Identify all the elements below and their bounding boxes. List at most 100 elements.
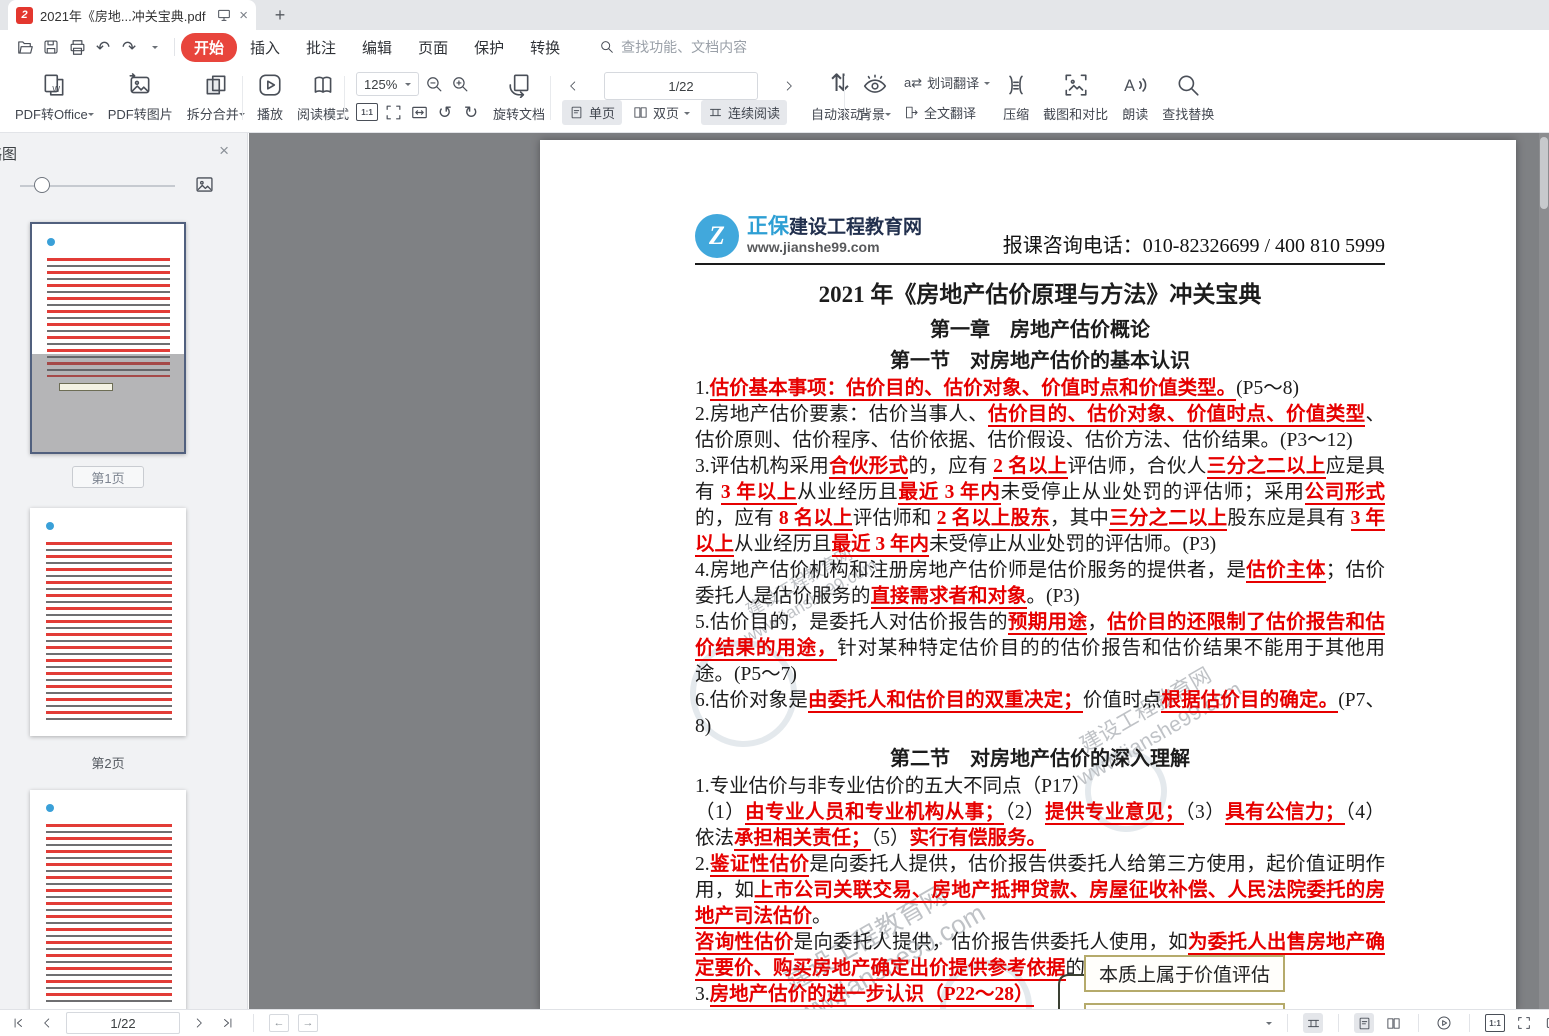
view-back-button[interactable]: ← [269,1014,289,1032]
panel-close-icon[interactable]: × [219,141,229,161]
vertical-scrollbar[interactable] [1539,133,1549,1010]
word-translate-button[interactable]: a⇄ 划词翻译 [904,73,990,92]
slider-handle[interactable] [34,177,50,193]
customize-toolbar-chevron-icon[interactable] [142,34,168,60]
rotate-left-icon[interactable]: ↺ [434,101,456,123]
new-tab-button[interactable]: + [268,3,292,27]
next-page-icon[interactable] [778,75,800,97]
doc-paragraph: 2.房地产估价要素：估价当事人、估价目的、估价对象、价值时点、价值类型、估价原则… [695,402,1385,454]
doc-text: （2） [1004,802,1045,823]
doc-text: 股东应是具有 [1227,508,1350,529]
pdf-to-office-button[interactable]: W PDF转Office [8,64,101,132]
zoom-out-icon[interactable] [423,73,445,95]
statusbar-page-input[interactable] [66,1012,180,1034]
brand-name: 建设工程教育网 [789,217,922,238]
brand-name-cn: 正保 [747,215,789,238]
doc-paragraph: （1）由专业人员和专业机构从事；（2）提供专业意见；（3）具有公信力；（4）依法… [695,800,1385,852]
scrollbar-thumb[interactable] [1540,137,1548,209]
menu-convert[interactable]: 转换 [517,33,573,62]
thumbnail-page-2[interactable] [30,508,186,736]
compress-icon [1003,72,1029,98]
double-page-toggle[interactable] [1383,1013,1403,1033]
zoom-in-icon[interactable] [449,73,471,95]
page-number-input[interactable] [604,72,758,100]
thumbnail-page-3[interactable] [30,790,186,1010]
thumb-logo-dot [46,522,54,530]
document-canvas[interactable]: 建设工程教育网www.jianshe99.com 建设工程教育网www.jian… [249,133,1549,1010]
fit-page-icon[interactable] [382,101,404,123]
pdf-to-image-button[interactable]: PDF转图片 [101,64,180,132]
split-merge-button[interactable]: 拆分合并 [180,64,252,132]
open-file-icon[interactable] [12,34,38,60]
last-page-icon[interactable] [218,1013,238,1033]
menu-annotate[interactable]: 批注 [293,33,349,62]
projector-icon[interactable] [216,7,232,23]
fit-width-icon[interactable] [408,101,430,123]
divider [1469,1014,1470,1032]
print-icon[interactable] [64,34,90,60]
doc-text-highlight: 3 年以上 [721,482,797,505]
actual-size-icon[interactable]: 1:1 [356,101,378,123]
tab-strip: 2 2021年《房地...冲关宝典.pdf × + [0,0,1549,30]
search-input[interactable]: 查找功能、文档内容 [599,37,747,57]
menu-protect[interactable]: 保护 [461,33,517,62]
chevron-down-icon[interactable] [1266,1022,1272,1028]
background-button[interactable]: 背景 [852,64,898,132]
next-page-icon[interactable] [189,1013,209,1033]
screenshot-compare-button[interactable]: 截图和对比 [1036,64,1115,132]
thumbnail-size-icon[interactable] [194,174,215,195]
menu-home[interactable]: 开始 [181,33,237,62]
play-icon[interactable] [1434,1013,1454,1033]
undo-icon[interactable]: ↶ [90,34,116,60]
doc-text-highlight: 2 名以上股东 [937,508,1050,531]
continuous-icon [708,105,723,120]
tab-close-icon[interactable]: × [239,7,248,24]
full-translate-button[interactable]: 全文翻译 [904,103,990,122]
play-button[interactable]: 播放 [250,64,290,132]
divider [844,76,845,120]
chevron-down-icon [684,112,690,118]
find-replace-button[interactable]: 查找替换 [1155,64,1221,132]
rotate-right-icon[interactable]: ↻ [460,101,482,123]
eye-icon [862,72,888,98]
document-header: Z 正保建设工程教育网 www.jianshe99.com 报课咨询电话：010… [695,214,1385,265]
save-icon[interactable] [38,34,64,60]
doc-text-highlight: 三分之二以上 [1109,508,1227,531]
pdf-page-1[interactable]: 建设工程教育网www.jianshe99.com 建设工程教育网www.jian… [540,140,1516,1010]
thumb-content-lines [46,542,172,720]
menu-insert[interactable]: 插入 [237,33,293,62]
prev-page-icon[interactable] [562,75,584,97]
brand-logo-icon: Z [695,214,739,258]
quick-access-toolbar: ↶ ↷ 开始 插入 批注 编辑 页面 保护 转换 查找功能、文档内容 [0,30,1549,64]
doc-text: （3） [1184,802,1225,823]
doc-text-highlight: 公司形式 [1305,482,1385,505]
view-forward-button[interactable]: → [298,1014,318,1032]
single-page-toggle[interactable] [1354,1013,1374,1033]
continuous-read-toggle[interactable]: 连续阅读 [701,100,787,125]
screenshot-icon [1063,72,1089,98]
fit-width-icon[interactable] [1543,1013,1549,1033]
menu-edit[interactable]: 编辑 [349,33,405,62]
prev-page-icon[interactable] [37,1013,57,1033]
find-replace-icon [1175,72,1201,98]
divider [1338,1014,1339,1032]
actual-size-icon[interactable]: 1:1 [1485,1013,1505,1033]
menu-page[interactable]: 页面 [405,33,461,62]
rotate-document-button[interactable]: 旋转文档 [486,64,552,132]
chevron-down-icon [984,82,990,88]
first-page-icon[interactable] [8,1013,28,1033]
section1-body: 1.估价基本事项：估价目的、估价对象、价值时点和价值类型。(P5～8)2.房地产… [695,376,1385,740]
fit-page-icon[interactable] [1514,1013,1534,1033]
document-tab[interactable]: 2 2021年《房地...冲关宝典.pdf × [8,0,256,30]
single-page-toggle[interactable]: 单页 [562,100,622,125]
zoom-level-select[interactable]: 125% [356,72,419,96]
redo-icon[interactable]: ↷ [116,34,142,60]
read-mode-button[interactable]: 阅读模式 [290,64,356,132]
thumbnail-page-1[interactable] [30,222,186,454]
continuous-read-toggle[interactable] [1303,1013,1323,1033]
doc-text: 2. [695,854,710,875]
thumb-logo-dot [46,804,54,812]
read-aloud-button[interactable]: A 朗读 [1115,64,1155,132]
compress-button[interactable]: 压缩 [996,64,1036,132]
double-page-toggle[interactable]: 双页 [626,100,697,125]
